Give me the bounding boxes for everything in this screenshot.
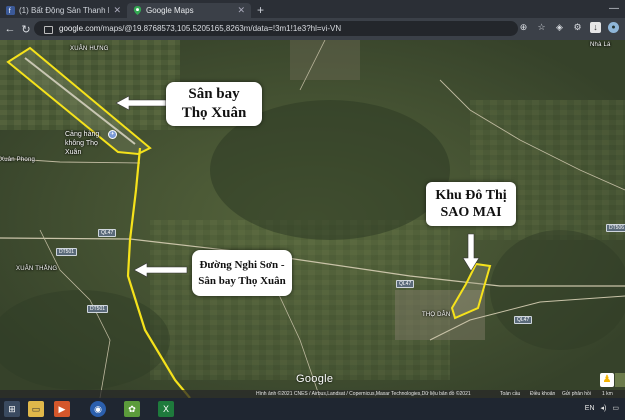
reload-icon[interactable]: ↻ [18,23,34,36]
terms-link[interactable]: Toàn cầu [500,390,520,398]
place-label: THỌ DÂN [422,312,451,318]
avatar[interactable]: ● [608,22,619,33]
url-text: google.com/maps/@19.8768573,105.5205165,… [59,24,342,33]
callout-line: Đường Nghi Sơn - [199,259,285,271]
os-taskbar: ⊞ ▭ ▶ ◉ ✿ X EN ◂) ▭ [0,398,625,420]
urban-callout: Khu Đô Thị SAO MAI [426,182,516,226]
place-label: Xuân Phong [0,157,36,163]
callout-line: SAO MAI [440,205,502,220]
shield-icon[interactable]: ◈ [554,22,565,33]
airport-callout: Sân bay Thọ Xuân [166,82,262,126]
callout-line: Sân bay [188,86,240,102]
callout-line: Sân bay Thọ Xuân [198,275,286,287]
road-label: QL47 [98,229,117,237]
address-bar: ← ↻ google.com/maps/@19.8768573,105.5205… [0,18,625,40]
toolbar-icons: ⊕ ☆ ◈ ⚙ ↓ ● [518,22,619,33]
tab-title: (1) Bất Động Sản Thanh Hóa [19,6,109,15]
language-indicator[interactable]: EN [585,401,595,417]
add-icon[interactable]: ⊕ [518,22,529,33]
feedback-link[interactable]: Gửi phản hồi [562,390,591,398]
close-icon[interactable]: ✕ [113,5,121,16]
airport-label[interactable]: Cảng hàng không Thọ Xuân [65,130,113,157]
download-icon[interactable]: ↓ [590,22,601,33]
media-player-icon[interactable]: ▶ [54,401,70,417]
excel-icon[interactable]: X [158,401,174,417]
url-field[interactable]: google.com/maps/@19.8768573,105.5205165,… [34,21,518,36]
star-icon[interactable]: ☆ [536,22,547,33]
callout-line: Khu Đô Thị [435,188,507,203]
app-icon[interactable]: ✿ [124,401,140,417]
road-label: QL47 [396,280,415,288]
google-logo: Google [296,373,334,385]
satellite-map[interactable]: XUÂN HƯNG XUÂN THẮNG THỌ DÂN Nhà Lá Xuân… [0,40,625,398]
map-attribution-bar: Hình ảnh ©2021 CNES / Airbus,Landsat / C… [0,390,625,398]
browser-tab-strip: f (1) Bất Động Sản Thanh Hóa ✕ Google Ma… [0,0,625,18]
road-callout: Đường Nghi Sơn - Sân bay Thọ Xuân [192,250,292,296]
battery-icon[interactable]: ▭ [612,401,619,417]
place-label: XUÂN HƯNG [70,46,109,52]
road-label: DT506 [606,224,625,232]
callout-line: Thọ Xuân [181,105,247,121]
road-label: QL47 [514,316,533,324]
close-icon[interactable]: ✕ [237,5,245,16]
folder-icon[interactable]: ▭ [28,401,44,417]
svg-text:f: f [9,6,11,15]
minimize-icon[interactable]: — [609,3,619,14]
site-favicon-icon: f [6,6,15,15]
extension-icon[interactable]: ⚙ [572,22,583,33]
lock-icon [44,25,53,34]
imagery-credit: Hình ảnh ©2021 CNES / Airbus,Landsat / C… [256,391,471,397]
back-icon[interactable]: ← [2,23,18,35]
road-label: DT501 [56,248,78,256]
tab-bat-dong-san[interactable]: f (1) Bất Động Sản Thanh Hóa ✕ [0,3,127,18]
map-imagery [0,40,625,398]
start-icon[interactable]: ⊞ [4,401,20,417]
new-tab-button[interactable]: + [251,3,270,18]
scale-label: 1 km [602,391,613,397]
volume-icon[interactable]: ◂) [601,401,607,417]
pegman-icon[interactable]: ♟ [600,373,614,387]
tab-title: Google Maps [146,6,194,15]
system-tray: EN ◂) ▭ [585,401,619,417]
place-label: Nhà Lá [590,42,611,48]
tab-google-maps[interactable]: Google Maps ✕ [127,3,251,18]
chrome-icon[interactable]: ◉ [90,401,106,417]
layer-thumbnail[interactable] [615,373,625,387]
google-maps-favicon-icon [133,6,142,15]
place-label: XUÂN THẮNG [16,266,58,272]
road-label: DT501 [87,305,109,313]
terms-link[interactable]: Điều khoản [530,390,555,398]
